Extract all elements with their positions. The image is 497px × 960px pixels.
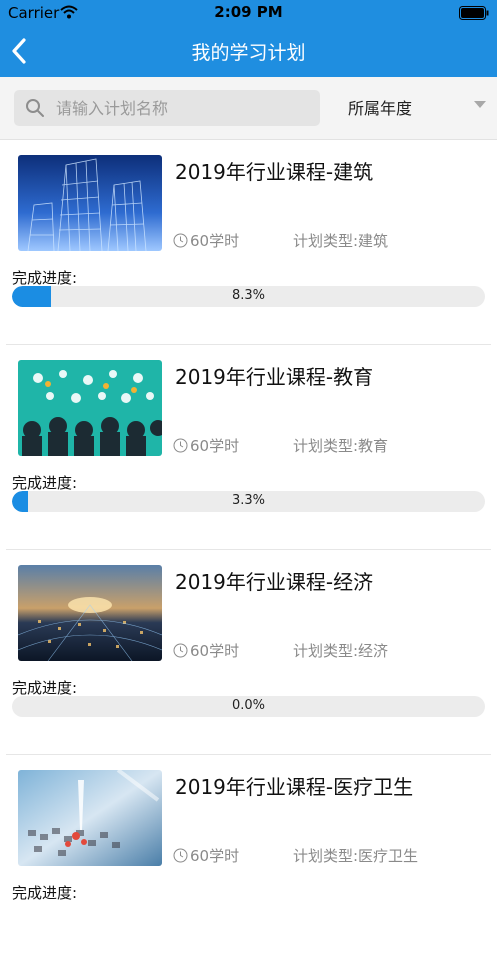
page-title: 我的学习计划 (191, 42, 306, 64)
year-filter[interactable]: 所属年度 (348, 95, 412, 119)
plan-card[interactable]: 2019年行业课程-教育 60学时 计划类型:教育 完成进度: 3.3% (0, 345, 497, 550)
search-input[interactable] (54, 97, 308, 119)
plan-type: 计划类型:教育 (293, 437, 389, 455)
battery-icon (459, 6, 489, 20)
plan-type: 计划类型:医疗卫生 (293, 847, 419, 865)
plan-card[interactable]: 2019年行业课程-医疗卫生 60学时 计划类型:医疗卫生 完成进度: (0, 755, 497, 960)
plan-hours: 60学时 (173, 640, 239, 661)
dropdown-arrow-icon[interactable] (474, 101, 486, 109)
plan-title: 2019年行业课程-医疗卫生 (175, 775, 414, 799)
top-bar: Carrier 2:09 PM 我的学习计划 (0, 0, 497, 77)
plan-hours-text: 60学时 (190, 232, 240, 250)
progress-label: 完成进度: (12, 679, 78, 697)
plan-title: 2019年行业课程-建筑 (175, 160, 374, 184)
clock-icon (173, 848, 188, 863)
progress-label: 完成进度: (12, 474, 78, 492)
progress-label: 完成进度: (12, 884, 78, 902)
progress-label: 完成进度: (12, 269, 78, 287)
clock-icon (173, 233, 188, 248)
progress-bar: 0.0% (12, 696, 485, 717)
plan-card[interactable]: 2019年行业课程-建筑 60学时 计划类型:建筑 完成进度: 8.3% (0, 140, 497, 345)
plan-card[interactable]: 2019年行业课程-经济 60学时 计划类型:经济 完成进度: 0.0% (0, 550, 497, 755)
plan-type: 计划类型:经济 (293, 642, 389, 660)
plan-thumbnail-education (18, 360, 162, 456)
progress-text: 3.3% (231, 493, 266, 508)
search-box[interactable] (14, 90, 320, 126)
nav-bar: 我的学习计划 (0, 26, 497, 77)
plan-hours-text: 60学时 (190, 847, 240, 865)
plan-hours: 60学时 (173, 435, 239, 456)
search-icon (26, 99, 44, 117)
status-bar: Carrier 2:09 PM (0, 0, 497, 26)
plan-thumbnail-medical (18, 770, 162, 866)
progress-bar: 3.3% (12, 491, 485, 512)
plan-thumbnail-building (18, 155, 162, 251)
status-time: 2:09 PM (214, 3, 283, 21)
progress-bar: 8.3% (12, 286, 485, 307)
progress-text: 8.3% (231, 288, 266, 303)
plan-title: 2019年行业课程-经济 (175, 570, 374, 594)
plan-thumbnail-economy (18, 565, 162, 661)
search-row: 所属年度 (0, 77, 497, 140)
plan-type: 计划类型:建筑 (293, 232, 389, 250)
plan-hours: 60学时 (173, 230, 239, 251)
clock-icon (173, 643, 188, 658)
clock-icon (173, 438, 188, 453)
progress-text: 0.0% (231, 698, 266, 713)
plan-hours: 60学时 (173, 845, 239, 866)
plan-hours-text: 60学时 (190, 437, 240, 455)
plan-hours-text: 60学时 (190, 642, 240, 660)
plan-title: 2019年行业课程-教育 (175, 365, 374, 389)
